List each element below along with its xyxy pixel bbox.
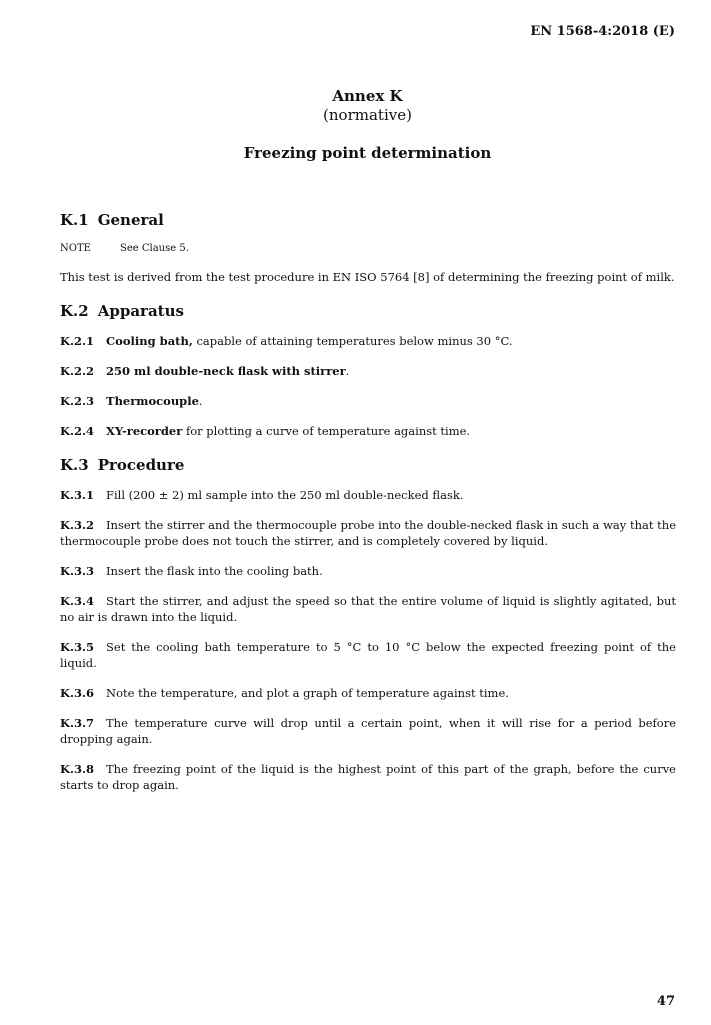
note-text: See Clause 5. xyxy=(120,243,189,254)
section-title: Apparatus xyxy=(97,302,184,320)
apparatus-name: Cooling bath, xyxy=(106,334,193,348)
annex-title: Annex K xyxy=(332,87,403,105)
procedure-step: K.3.5 Set the cooling bath temperature to… xyxy=(60,639,676,671)
page-number: 47 xyxy=(656,994,675,1009)
clause-number: K.3.6 xyxy=(60,686,95,700)
step-text: Insert the flask into the cooling bath. xyxy=(106,564,323,578)
apparatus-item: K.2.1 Cooling bath, capable of attaining … xyxy=(60,333,676,349)
procedure-step: K.3.4 Start the stirrer, and adjust the s… xyxy=(60,593,676,625)
apparatus-name: XY-recorder xyxy=(106,424,183,438)
apparatus-desc: . xyxy=(198,394,203,408)
clause-number: K.2.2 xyxy=(60,364,95,378)
step-text: Insert the stirrer and the thermocouple … xyxy=(60,518,676,548)
clause-number: K.3.5 xyxy=(60,640,95,654)
section-number: K.1 xyxy=(60,211,89,229)
section-heading-general: K.1 General xyxy=(60,210,676,230)
apparatus-item: K.2.2 250 ml double-neck flask with stirr… xyxy=(60,363,676,379)
clause-number: K.3.1 xyxy=(60,488,95,502)
section-heading-procedure: K.3 Procedure xyxy=(60,455,676,475)
section-title: Procedure xyxy=(97,456,185,474)
step-text: Fill (200 ± 2) ml sample into the 250 ml… xyxy=(106,488,464,502)
document-id-header: EN 1568-4:2018 (E) xyxy=(530,24,675,39)
apparatus-desc: capable of attaining temperatures below … xyxy=(192,334,513,348)
procedure-step: K.3.8 The freezing point of the liquid is… xyxy=(60,761,676,793)
general-paragraph: This test is derived from the test proce… xyxy=(60,270,675,284)
step-text: The freezing point of the liquid is the … xyxy=(60,762,676,792)
clause-number: K.2.4 xyxy=(60,424,95,438)
step-text: The temperature curve will drop until a … xyxy=(60,716,676,746)
step-text: Set the cooling bath temperature to 5 °C… xyxy=(60,640,676,670)
step-text: Start the stirrer, and adjust the speed … xyxy=(60,594,676,624)
apparatus-item: K.2.4 XY-recorder for plotting a curve of… xyxy=(60,423,676,439)
clause-number: K.3.7 xyxy=(60,716,95,730)
note-label: NOTE xyxy=(60,243,91,254)
document-body: K.1 General NOTE See Clause 5. This test… xyxy=(60,210,676,807)
apparatus-desc: for plotting a curve of temperature agai… xyxy=(182,424,471,438)
apparatus-item: K.2.3 Thermocouple. xyxy=(60,393,676,409)
note: NOTE See Clause 5. xyxy=(60,242,676,256)
apparatus-name: 250 ml double-neck flask with stirrer xyxy=(106,364,346,378)
clause-number: K.3.3 xyxy=(60,564,95,578)
apparatus-name: Thermocouple xyxy=(106,394,199,408)
section-title: General xyxy=(97,211,164,229)
procedure-step: K.3.3 Insert the flask into the cooling b… xyxy=(60,563,676,579)
clause-number: K.3.4 xyxy=(60,594,95,608)
annex-title-block: Annex K (normative) Freezing point deter… xyxy=(0,87,711,163)
step-text: Note the temperature, and plot a graph o… xyxy=(106,686,509,700)
procedure-step: K.3.2 Insert the stirrer and the thermoco… xyxy=(60,517,676,549)
clause-number: K.2.3 xyxy=(60,394,95,408)
apparatus-desc: . xyxy=(345,364,350,378)
clause-number: K.3.8 xyxy=(60,762,95,776)
procedure-step: K.3.6 Note the temperature, and plot a gr… xyxy=(60,685,676,701)
section-number: K.3 xyxy=(60,456,89,474)
annex-subject: Freezing point determination xyxy=(243,144,492,162)
procedure-step: K.3.1 Fill (200 ± 2) ml sample into the 2… xyxy=(60,487,676,503)
clause-number: K.3.2 xyxy=(60,518,95,532)
section-number: K.2 xyxy=(60,302,89,320)
procedure-step: K.3.7 The temperature curve will drop unt… xyxy=(60,715,676,747)
clause-number: K.2.1 xyxy=(60,334,95,348)
annex-kind: (normative) xyxy=(323,106,412,124)
section-heading-apparatus: K.2 Apparatus xyxy=(60,301,676,321)
